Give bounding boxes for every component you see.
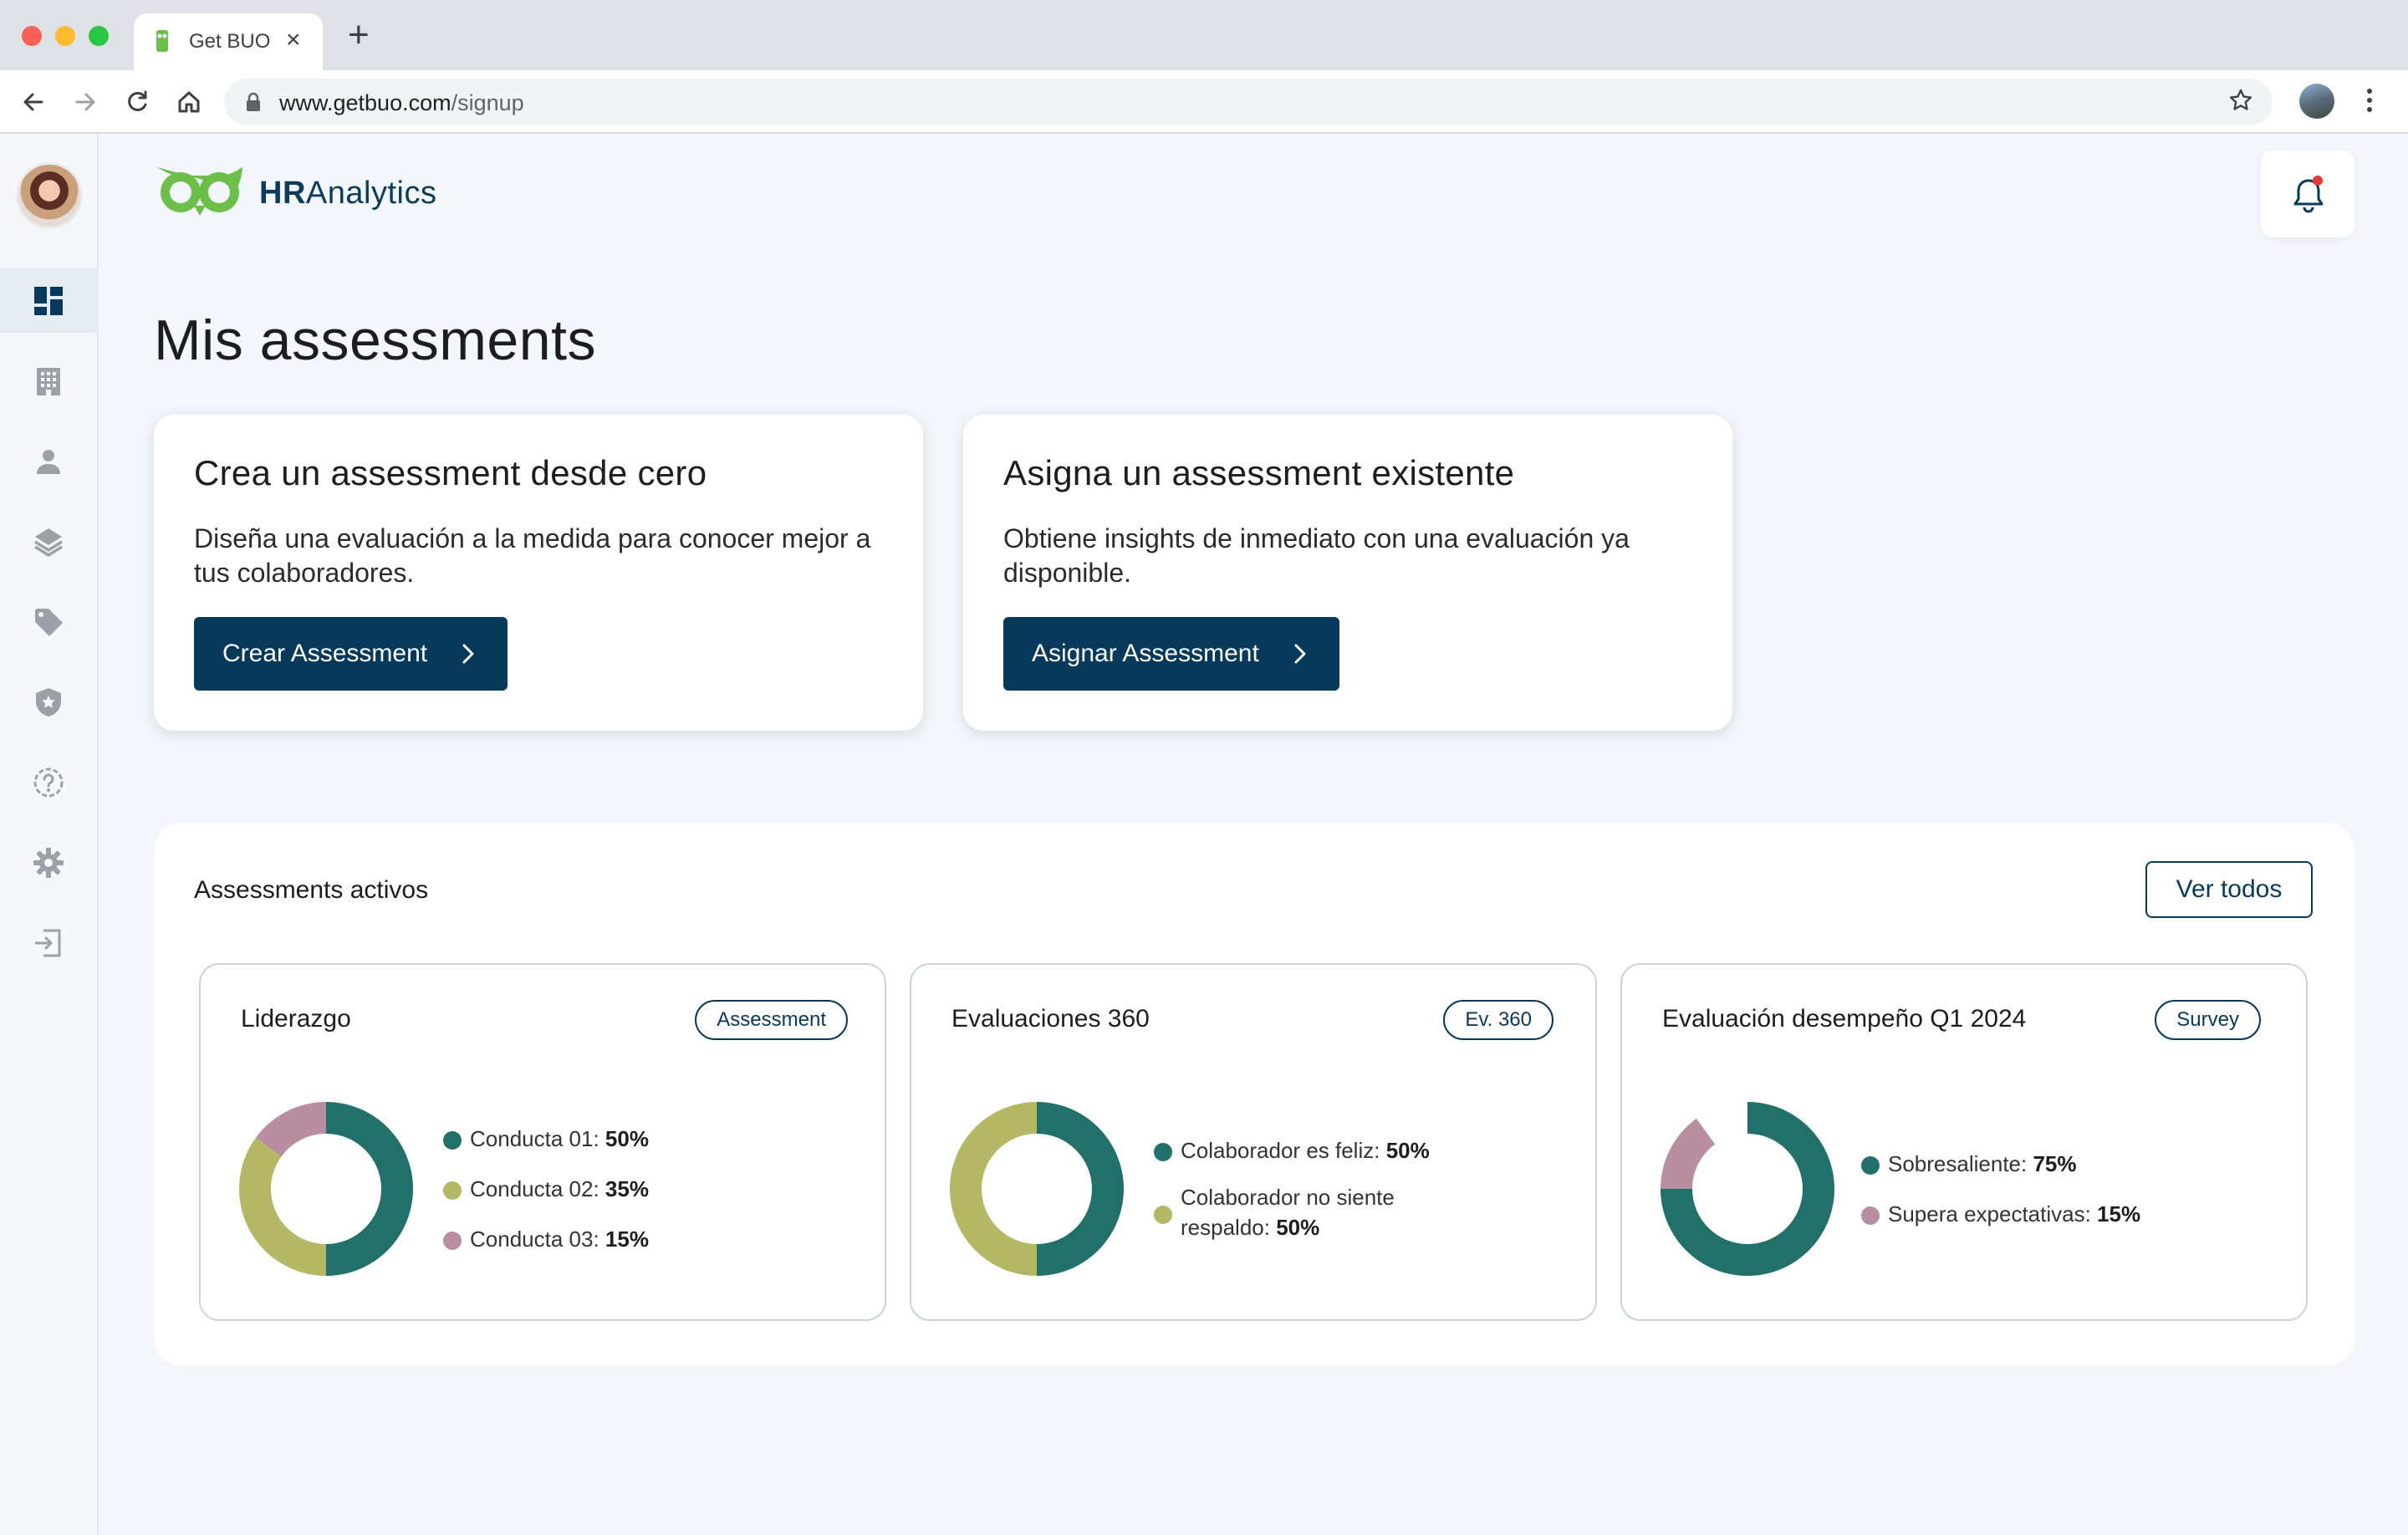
card-title: Crea un assessment desde cero <box>194 453 707 492</box>
legend-value: 75% <box>2033 1151 2077 1176</box>
card-description: Diseña una evaluación a la medida para c… <box>194 523 871 588</box>
sidebar-item-settings[interactable] <box>0 829 99 895</box>
dashboard-icon <box>34 287 63 315</box>
legend-label: Colaborador es feliz: <box>1181 1138 1380 1163</box>
sidebar-item-users[interactable] <box>0 428 99 493</box>
buo-favicon-icon <box>156 30 168 52</box>
browser-toolbar: www.getbuo.com/signup <box>0 70 2408 134</box>
tag-icon <box>35 609 63 636</box>
create-assessment-card: Crea un assessment desde cero Diseña una… <box>154 415 923 731</box>
url-text: www.getbuo.com/signup <box>279 90 524 115</box>
owl-logo-icon <box>157 167 242 216</box>
section-title: Assessments activos <box>194 876 429 904</box>
legend-value: 50% <box>605 1126 649 1151</box>
tab-close-icon[interactable]: × <box>286 25 301 55</box>
legend-label: Conducta 01: <box>470 1126 599 1151</box>
browser-profile-avatar[interactable] <box>2299 84 2334 119</box>
legend-value: 15% <box>605 1226 649 1252</box>
legend-swatch <box>443 1131 462 1150</box>
legend-swatch <box>443 1232 462 1250</box>
building-icon <box>37 368 60 395</box>
legend-label: Conducta 03: <box>470 1226 599 1252</box>
notifications-button[interactable] <box>2261 150 2354 237</box>
address-bar[interactable]: www.getbuo.com/signup <box>224 79 2273 125</box>
forward-icon[interactable] <box>70 87 100 117</box>
assessment-name: Evaluación desempeño Q1 2024 <box>1662 1005 2027 1033</box>
type-badge: Assessment <box>695 1000 848 1040</box>
assessment-name: Evaluaciones 360 <box>951 1005 1150 1033</box>
bookmark-star-icon[interactable] <box>2227 87 2254 114</box>
legend-swatch <box>1861 1156 1880 1175</box>
sidebar-item-companies[interactable] <box>0 348 99 413</box>
legend-label: Conducta 02: <box>470 1176 599 1201</box>
lock-icon <box>247 92 260 111</box>
view-all-button[interactable]: Ver todos <box>2145 861 2313 918</box>
donut-slice-conducta-02 <box>239 1137 326 1276</box>
browser-tab[interactable]: Get BUO × <box>134 13 323 70</box>
user-icon <box>37 450 60 474</box>
logout-icon <box>34 929 61 957</box>
assessment-card-evaluaciones-360[interactable]: Evaluaciones 360 Ev. 360 Colaborador es … <box>910 963 1597 1321</box>
legend-value: 50% <box>1385 1138 1430 1163</box>
help-icon <box>33 768 64 798</box>
assessment-card-liderazgo[interactable]: Liderazgo Assessment Conducta 01: 50% Co… <box>199 963 886 1321</box>
chevron-right-icon <box>1294 644 1306 664</box>
legend-value: 50% <box>1276 1215 1320 1240</box>
create-assessment-button[interactable]: Crear Assessment <box>194 617 508 691</box>
donut-chart <box>950 1102 1124 1276</box>
card-description: Obtiene insights de inmediato con una ev… <box>1003 523 1630 588</box>
back-icon[interactable] <box>18 87 48 117</box>
legend-swatch <box>443 1181 462 1200</box>
home-icon[interactable] <box>174 87 204 117</box>
donut-slice-conducta-01 <box>326 1102 413 1276</box>
assessment-name: Liderazgo <box>241 1005 351 1033</box>
browser-tab-bar: Get BUO × + <box>0 0 2408 70</box>
gear-icon <box>33 848 64 878</box>
assign-assessment-button[interactable]: Asignar Assessment <box>1003 617 1339 691</box>
reload-icon[interactable] <box>122 87 152 117</box>
donut-chart <box>239 1102 413 1276</box>
tab-title: Get BUO <box>189 30 271 53</box>
donut-chart <box>1661 1102 1834 1276</box>
new-tab-icon[interactable]: + <box>348 17 370 54</box>
donut-slice-colaborador-es-feliz <box>1037 1102 1124 1276</box>
sidebar-item-help[interactable] <box>0 749 99 814</box>
active-assessments-panel: Assessments activos Ver todos Liderazgo … <box>154 823 2354 1366</box>
window-maximize-button[interactable] <box>89 26 109 46</box>
type-badge: Ev. 360 <box>1443 1000 1553 1040</box>
sidebar-item-layers[interactable] <box>0 508 99 574</box>
window-close-button[interactable] <box>22 26 42 46</box>
layers-icon <box>34 528 63 557</box>
assessment-card-evaluacion-desempeno[interactable]: Evaluación desempeño Q1 2024 Survey Sobr… <box>1620 963 2308 1321</box>
shield-icon <box>36 688 61 717</box>
legend-label: Sobresaliente: <box>1888 1151 2028 1176</box>
sidebar-item-security[interactable] <box>0 669 99 734</box>
donut-slice-colaborador-no-siente-respaldo <box>950 1102 1037 1276</box>
legend-swatch <box>1154 1143 1172 1161</box>
sidebar-item-tags[interactable] <box>0 589 99 654</box>
user-avatar[interactable] <box>16 162 83 229</box>
legend-swatch <box>1154 1206 1172 1224</box>
page-title: Mis assessments <box>154 309 596 372</box>
app-sidebar <box>0 134 99 1535</box>
bell-icon <box>2293 176 2324 213</box>
donut-slice-supera-expectativas <box>1661 1118 1716 1189</box>
legend-value: 35% <box>605 1176 649 1201</box>
sidebar-item-logout[interactable] <box>0 910 99 975</box>
browser-menu-icon[interactable] <box>2366 87 2373 114</box>
window-minimize-button[interactable] <box>55 26 75 46</box>
legend-value: 15% <box>2097 1201 2141 1226</box>
sidebar-item-dashboard[interactable] <box>0 268 99 333</box>
assign-assessment-card: Asigna un assessment existente Obtiene i… <box>963 415 1732 731</box>
legend-label: Supera expectativas: <box>1888 1201 2091 1226</box>
legend-swatch <box>1861 1206 1880 1225</box>
type-badge: Survey <box>2155 1000 2261 1040</box>
chevron-right-icon <box>462 644 474 664</box>
card-title: Asigna un assessment existente <box>1003 453 1515 492</box>
brand-name: HRAnalytics <box>259 176 437 211</box>
